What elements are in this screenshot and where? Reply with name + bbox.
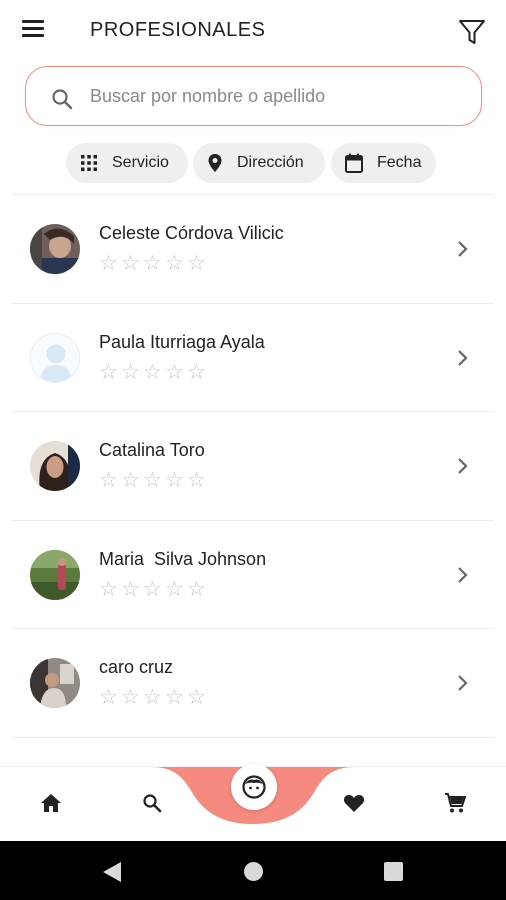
bottom-navigation xyxy=(0,764,506,841)
avatar xyxy=(30,332,80,383)
chevron-right-icon[interactable] xyxy=(452,673,472,693)
professional-name: Celeste Córdova Vilicic xyxy=(99,223,284,243)
list-item[interactable]: Paula Iturriaga Ayala ☆ ☆ ☆ ☆ ☆ xyxy=(0,304,506,412)
chevron-right-icon[interactable] xyxy=(452,348,472,368)
filter-chips: Servicio Dirección Fecha xyxy=(0,143,506,183)
rating-stars: ☆ ☆ ☆ ☆ ☆ xyxy=(99,360,206,384)
page-title: PROFESIONALES xyxy=(90,19,266,41)
filter-funnel-icon[interactable] xyxy=(456,16,488,48)
search-input[interactable] xyxy=(90,81,460,111)
avatar xyxy=(30,549,80,600)
list-item[interactable]: Catalina Toro ☆ ☆ ☆ ☆ ☆ xyxy=(0,412,506,521)
home-icon[interactable] xyxy=(37,789,65,817)
recents-icon[interactable] xyxy=(384,862,403,886)
chevron-right-icon[interactable] xyxy=(452,456,472,476)
chip-fecha-label: Fecha xyxy=(377,154,422,171)
rating-stars: ☆ ☆ ☆ ☆ ☆ xyxy=(99,577,206,601)
professional-name: Catalina Toro xyxy=(99,440,205,460)
app-header: PROFESIONALES xyxy=(0,0,506,62)
grid-icon xyxy=(81,155,97,171)
cart-icon[interactable] xyxy=(441,789,469,817)
divider xyxy=(12,736,494,738)
rating-stars: ☆ ☆ ☆ ☆ ☆ xyxy=(99,252,206,275)
professionals-list: Celeste Córdova Vilicic ☆ ☆ ☆ ☆ ☆ Paula Itur… xyxy=(0,195,506,738)
face-icon[interactable] xyxy=(231,764,277,810)
search-icon[interactable] xyxy=(138,789,166,817)
search-bar[interactable] xyxy=(25,66,482,126)
heart-icon[interactable] xyxy=(340,789,368,817)
professional-name: Maria Silva Johnson xyxy=(99,548,267,569)
home-circle-icon[interactable] xyxy=(243,861,264,887)
list-item[interactable]: caro cruz ☆ ☆ ☆ ☆ ☆ xyxy=(0,629,506,738)
rating-stars: ☆ ☆ ☆ ☆ ☆ xyxy=(99,469,206,492)
avatar xyxy=(30,658,80,708)
list-item[interactable]: Maria Silva Johnson ☆ ☆ ☆ ☆ ☆ xyxy=(0,521,506,629)
avatar xyxy=(30,224,80,274)
rating-stars: ☆ ☆ ☆ ☆ ☆ xyxy=(99,686,206,709)
chevron-right-icon[interactable] xyxy=(452,565,472,585)
chip-direccion-label: Dirección xyxy=(237,154,304,171)
location-pin-icon xyxy=(208,154,222,172)
system-navigation-bar xyxy=(0,841,506,900)
chip-fecha[interactable]: Fecha xyxy=(331,143,436,183)
search-icon xyxy=(50,87,74,111)
hamburger-menu-icon[interactable] xyxy=(22,20,48,42)
professional-name: caro cruz xyxy=(99,657,174,677)
chip-servicio[interactable]: Servicio xyxy=(66,143,188,183)
chip-servicio-label: Servicio xyxy=(112,154,169,171)
back-icon[interactable] xyxy=(102,861,122,888)
chip-direccion[interactable]: Dirección xyxy=(193,143,325,183)
list-item[interactable]: Celeste Córdova Vilicic ☆ ☆ ☆ ☆ ☆ xyxy=(0,195,506,304)
chevron-right-icon[interactable] xyxy=(452,239,472,259)
professional-name: Paula Iturriaga Ayala xyxy=(99,331,265,352)
avatar xyxy=(30,441,80,491)
calendar-icon xyxy=(345,153,363,173)
